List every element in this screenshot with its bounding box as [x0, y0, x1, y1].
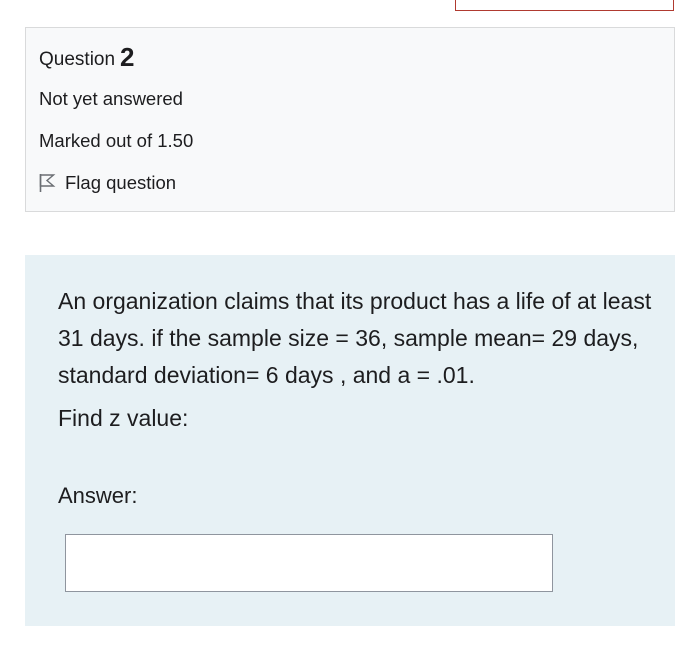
question-heading-label: Question [39, 49, 116, 70]
flag-question-label: Flag question [65, 172, 177, 193]
question-state: Not yet answered [39, 88, 183, 109]
question-text: An organization claims that its product … [58, 288, 652, 388]
flag-outline-icon [38, 173, 56, 193]
answer-label: Answer: [58, 483, 138, 508]
question-number: 2 [120, 42, 135, 72]
flag-question-button[interactable]: Flag question [38, 172, 176, 194]
answer-input[interactable] [65, 534, 553, 592]
question-content-panel: An organization claims that its product … [25, 255, 675, 626]
question-prompt: Find z value: [58, 405, 189, 431]
previous-question-box [455, 0, 674, 11]
question-heading: Question 2 [39, 42, 135, 73]
question-grade: Marked out of 1.50 [39, 130, 194, 151]
question-info-panel: Question 2 Not yet answered Marked out of… [25, 27, 675, 212]
